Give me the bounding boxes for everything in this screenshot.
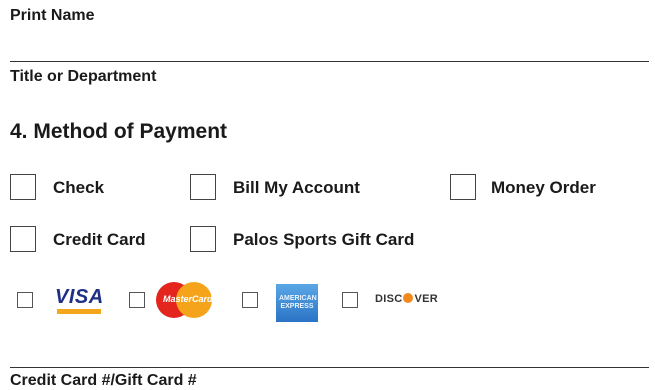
discover-logo-icon: DISC VER	[375, 293, 438, 305]
title-signature-line[interactable]	[10, 61, 649, 62]
amex-wordmark: AMERICAN EXPRESS	[279, 295, 317, 310]
visa-gold-bar	[57, 309, 101, 314]
discover-wordmark-start: DISC	[375, 293, 403, 305]
gift-card-label: Palos Sports Gift Card	[233, 230, 415, 249]
card-number-label: Credit Card #/Gift Card #	[10, 372, 197, 389]
title-or-department-label: Title or Department	[10, 68, 157, 85]
discover-checkbox[interactable]	[342, 292, 358, 308]
discover-orange-dot-icon	[403, 293, 414, 303]
mastercard-checkbox[interactable]	[129, 292, 145, 308]
method-of-payment-heading: 4. Method of Payment	[10, 120, 228, 143]
money-order-label: Money Order	[491, 178, 596, 197]
bill-my-account-checkbox[interactable]	[190, 174, 216, 200]
amex-logo-icon: AMERICAN EXPRESS	[276, 284, 318, 322]
card-number-line[interactable]	[10, 367, 649, 368]
gift-card-checkbox[interactable]	[190, 226, 216, 252]
credit-card-label: Credit Card	[53, 230, 146, 249]
visa-checkbox[interactable]	[17, 292, 33, 308]
check-checkbox[interactable]	[10, 174, 36, 200]
visa-wordmark: VISA	[55, 286, 104, 308]
credit-card-checkbox[interactable]	[10, 226, 36, 252]
discover-wordmark-end: VER	[414, 293, 439, 305]
visa-logo-icon: VISA	[47, 284, 105, 318]
mastercard-wordmark: MasterCard	[163, 294, 213, 304]
print-name-label: Print Name	[10, 7, 95, 24]
check-label: Check	[53, 178, 105, 197]
mastercard-logo-icon: MasterCard	[156, 282, 213, 318]
amex-checkbox[interactable]	[242, 292, 258, 308]
money-order-checkbox[interactable]	[450, 174, 476, 200]
bill-my-account-label: Bill My Account	[233, 178, 360, 197]
